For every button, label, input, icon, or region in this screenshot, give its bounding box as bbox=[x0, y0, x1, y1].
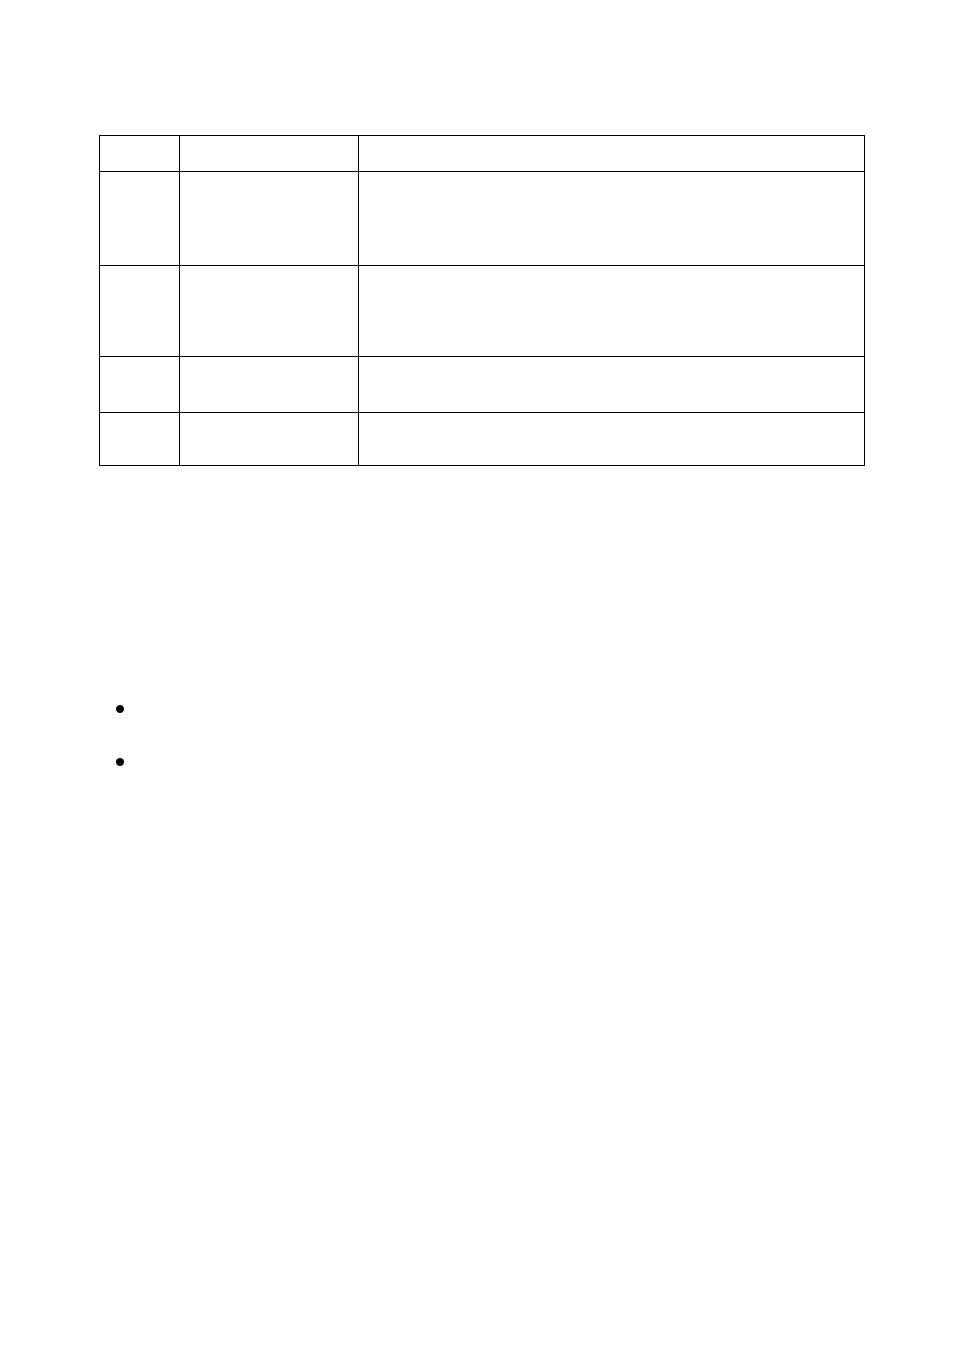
table-cell bbox=[180, 413, 359, 466]
list-item bbox=[116, 700, 136, 718]
table-cell bbox=[100, 266, 180, 357]
data-table bbox=[99, 135, 865, 466]
table-row bbox=[100, 357, 865, 413]
table-cell bbox=[359, 357, 865, 413]
table-header-cell bbox=[180, 136, 359, 172]
bullet-list bbox=[116, 700, 136, 771]
table-cell bbox=[180, 172, 359, 266]
table-header-cell bbox=[359, 136, 865, 172]
list-item bbox=[116, 753, 136, 771]
table-row bbox=[100, 266, 865, 357]
table-row bbox=[100, 413, 865, 466]
table-cell bbox=[359, 413, 865, 466]
table-cell bbox=[100, 357, 180, 413]
table-cell bbox=[100, 172, 180, 266]
table-cell bbox=[359, 172, 865, 266]
page bbox=[0, 0, 954, 1352]
table-cell bbox=[100, 413, 180, 466]
table-row bbox=[100, 172, 865, 266]
table-cell bbox=[359, 266, 865, 357]
table-cell bbox=[180, 266, 359, 357]
table-header-cell bbox=[100, 136, 180, 172]
table-cell bbox=[180, 357, 359, 413]
table-header-row bbox=[100, 136, 865, 172]
